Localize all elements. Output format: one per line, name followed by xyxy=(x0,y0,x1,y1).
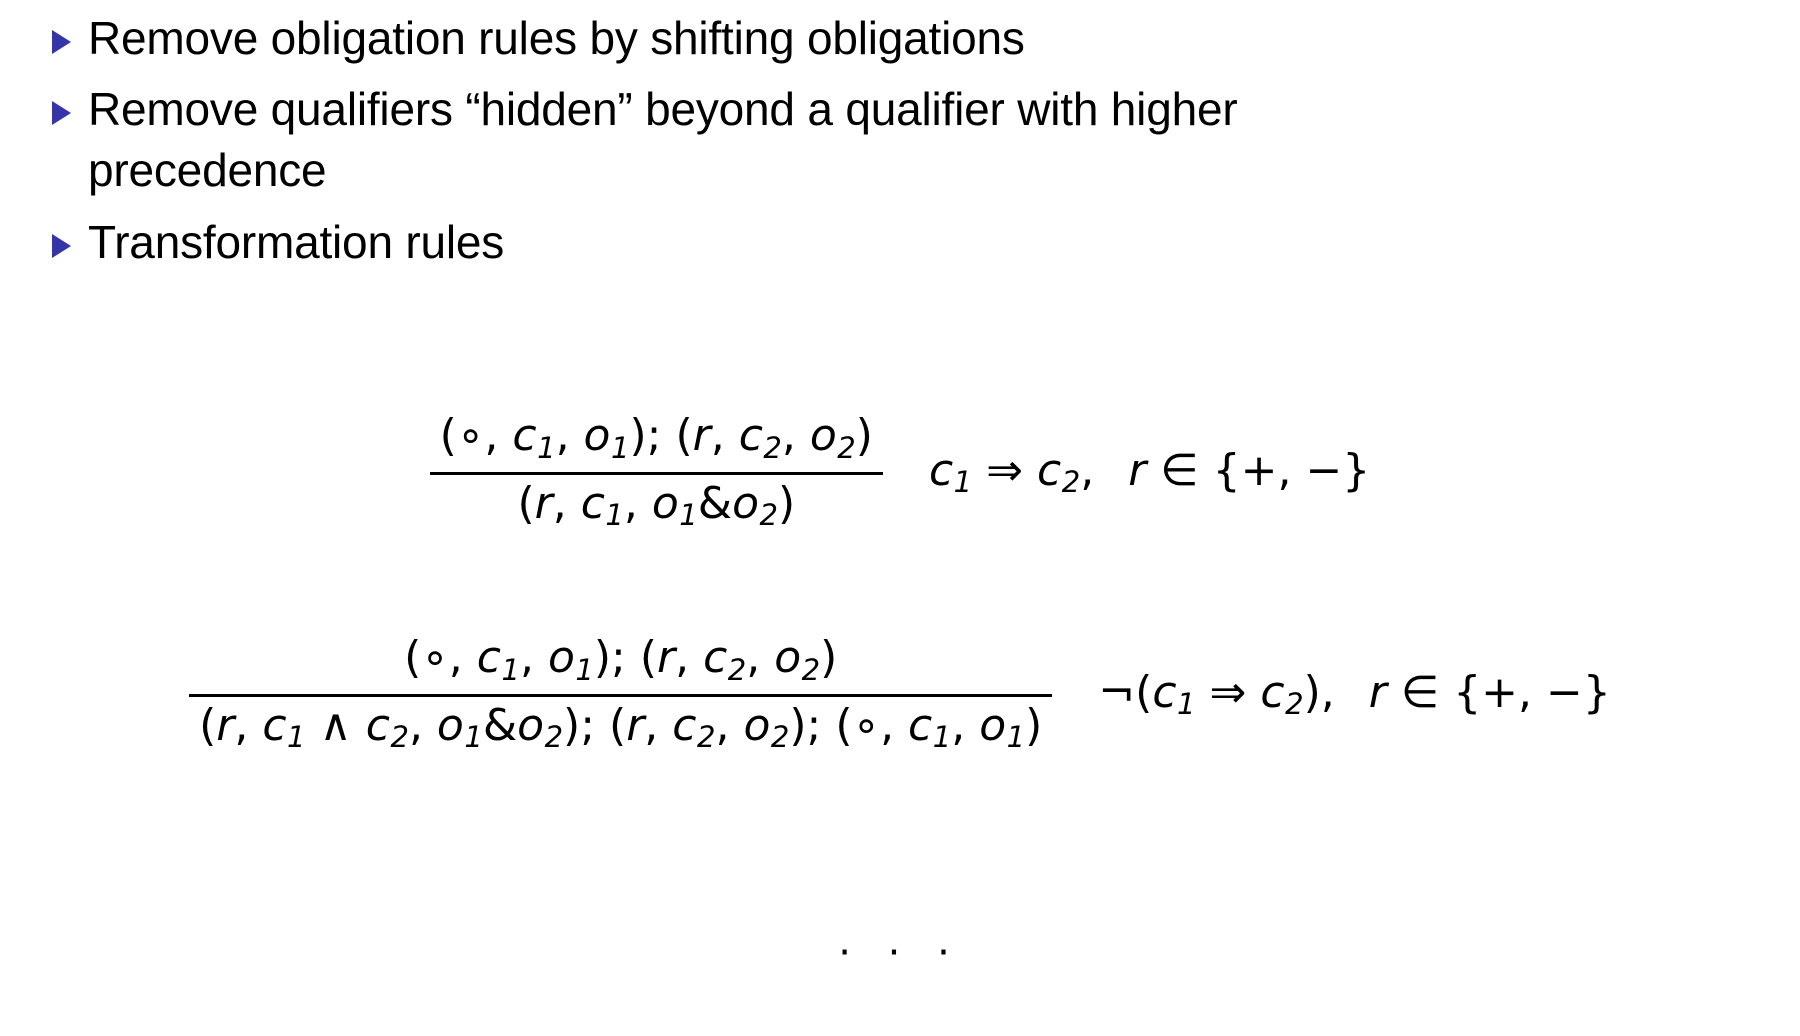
rule-1-numerator: (∘, c1, o1); (r, c2, o2) xyxy=(439,410,873,465)
rule-1-denominator: (r, c1, o1&o2) xyxy=(517,477,796,533)
inference-rule-2: (∘, c1, o1); (r, c2, o2) (r, c1 ∧ c2, o1… xyxy=(0,630,1800,758)
rule-2-numerator: (∘, c1, o1); (r, c2, o2) xyxy=(404,632,838,687)
rule-2-bar xyxy=(189,693,1053,697)
list-item: Remove qualifiers “hidden” beyond a qual… xyxy=(52,79,1752,201)
bullet-label-2: Remove qualifiers “hidden” beyond a qual… xyxy=(88,83,1238,197)
list-item: Transformation rules xyxy=(52,212,1752,273)
rule-1-fraction: (∘, c1, o1); (r, c2, o2) (r, c1, o1&o2) xyxy=(429,408,883,536)
slide-canvas: Remove obligation rules by shifting obli… xyxy=(0,0,1800,1036)
triangle-right-icon xyxy=(52,8,88,54)
bullet-list: Remove obligation rules by shifting obli… xyxy=(52,8,1752,283)
bullet-label-3: Transformation rules xyxy=(88,215,505,268)
inference-rules-area: (∘, c1, o1); (r, c2, o2) (r, c1, o1&o2) … xyxy=(0,330,1800,970)
rule-1-bar xyxy=(429,471,883,475)
rule-2-side-condition: ¬(c1 ⇒ c2), r ∈ {+, −} xyxy=(1098,666,1611,722)
rule-1-side-condition: c1 ⇒ c2, r ∈ {+, −} xyxy=(928,444,1371,500)
rule-2-fraction: (∘, c1, o1); (r, c2, o2) (r, c1 ∧ c2, o1… xyxy=(189,630,1053,758)
triangle-right-icon xyxy=(52,79,88,126)
continuation-ellipsis: · · · xyxy=(838,930,962,976)
list-item: Remove obligation rules by shifting obli… xyxy=(52,8,1752,69)
inference-rule-1: (∘, c1, o1); (r, c2, o2) (r, c1, o1&o2) … xyxy=(0,408,1800,536)
triangle-right-icon xyxy=(52,212,88,258)
rule-2-denominator: (r, c1 ∧ c2, o1&o2); (r, c2, o2); (∘, c1… xyxy=(199,699,1043,755)
bullet-label-1: Remove obligation rules by shifting obli… xyxy=(88,12,1025,64)
